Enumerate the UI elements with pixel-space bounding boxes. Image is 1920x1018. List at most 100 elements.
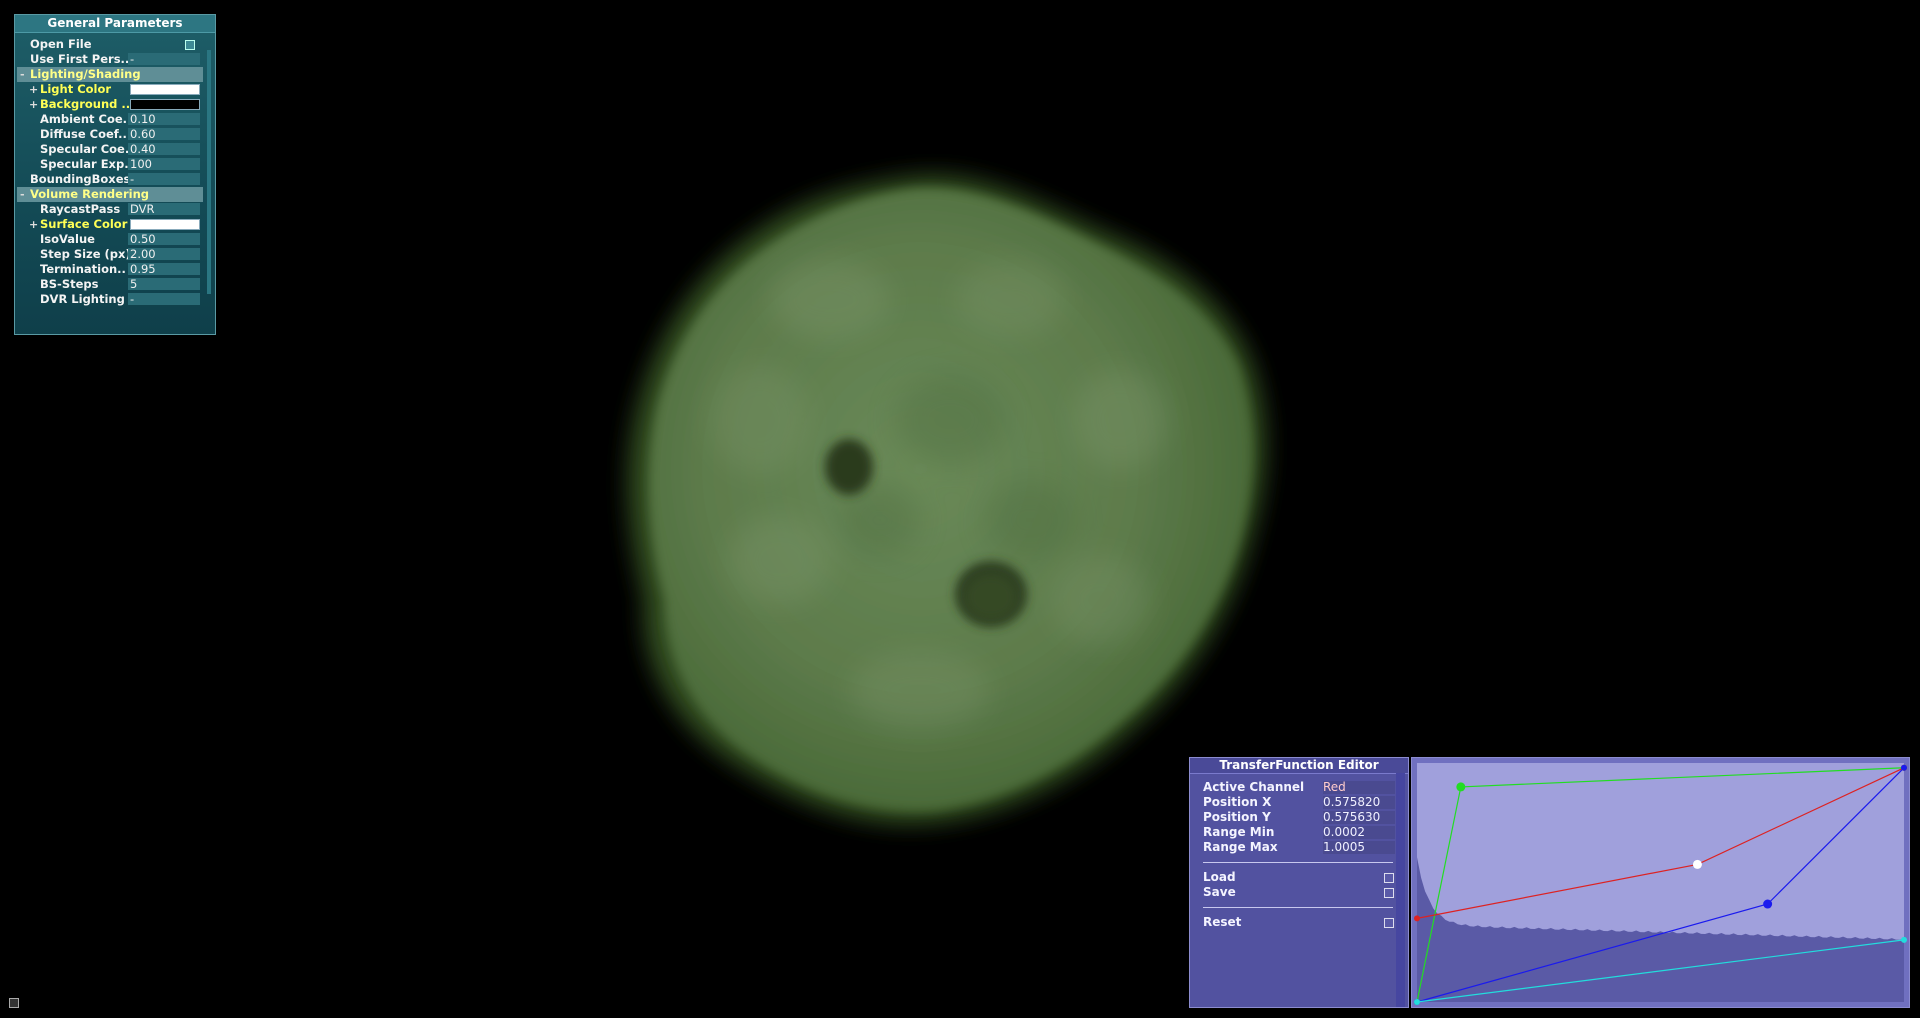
- panel-scrollbar[interactable]: [207, 50, 211, 294]
- blue-control-point[interactable]: [1763, 899, 1773, 909]
- expand-icon[interactable]: +: [29, 97, 39, 112]
- range-max-label: Range Max: [1203, 840, 1278, 854]
- diffuse-coefficient-row[interactable]: Diffuse Coef.. 0.60: [17, 127, 203, 142]
- transfer-function-editor-panel: TransferFunction Editor Active Channel R…: [1189, 757, 1409, 1008]
- dvr-lighting-value[interactable]: -: [128, 293, 200, 305]
- position-y-row[interactable]: Position Y 0.575630: [1203, 810, 1395, 825]
- specular-coefficient-value[interactable]: 0.40: [128, 143, 200, 155]
- panel-scrollbar[interactable]: [1396, 773, 1405, 1007]
- position-y-label: Position Y: [1203, 810, 1271, 824]
- general-parameters-panel: General Parameters Open File Use First P…: [14, 14, 216, 335]
- save-button[interactable]: Save: [1203, 885, 1394, 900]
- light-color-label: Light Color: [40, 82, 112, 96]
- light-color-swatch[interactable]: [130, 84, 200, 95]
- position-y-value[interactable]: 0.575630: [1323, 811, 1395, 824]
- iso-value-value[interactable]: 0.50: [128, 233, 200, 245]
- save-label: Save: [1203, 885, 1236, 899]
- range-min-value[interactable]: 0.0002: [1323, 826, 1395, 839]
- diffuse-coefficient-label: Diffuse Coef..: [40, 127, 127, 141]
- load-button[interactable]: Load: [1203, 870, 1394, 885]
- group-label: Volume Rendering: [30, 187, 149, 201]
- specular-exponent-value[interactable]: 100: [128, 158, 200, 170]
- group-lighting-shading[interactable]: - Lighting/Shading: [17, 67, 203, 82]
- specular-coefficient-label: Specular Coe..: [40, 142, 134, 156]
- position-x-label: Position X: [1203, 795, 1272, 809]
- group-volume-rendering[interactable]: - Volume Rendering: [17, 187, 203, 202]
- range-min-row[interactable]: Range Min 0.0002: [1203, 825, 1395, 840]
- reset-label: Reset: [1203, 915, 1242, 929]
- dvr-lighting-row[interactable]: DVR Lighting -: [17, 292, 203, 307]
- load-label: Load: [1203, 870, 1236, 884]
- panel-title[interactable]: General Parameters: [15, 15, 215, 33]
- red-control-point[interactable]: [1692, 859, 1702, 869]
- use-first-person-value[interactable]: -: [128, 53, 200, 65]
- range-max-row[interactable]: Range Max 1.0005: [1203, 840, 1395, 855]
- termination-row[interactable]: Termination.. 0.95: [17, 262, 203, 277]
- position-x-value[interactable]: 0.575820: [1323, 796, 1395, 809]
- raycast-pass-value[interactable]: DVR: [128, 203, 200, 215]
- parameter-list: Open File Use First Pers.. - - Lighting/…: [17, 37, 203, 307]
- collapse-icon[interactable]: -: [20, 187, 30, 202]
- open-file-button[interactable]: [185, 40, 195, 50]
- reset-trigger-icon[interactable]: [1384, 918, 1394, 928]
- raycast-pass-label: RaycastPass: [40, 202, 121, 216]
- specular-exponent-label: Specular Exp..: [40, 157, 133, 171]
- volume-hole: [825, 439, 873, 495]
- transfer-function-canvas[interactable]: [1411, 757, 1910, 1008]
- tf-properties: Active Channel Red Position X 0.575820 P…: [1203, 780, 1395, 930]
- termination-label: Termination..: [40, 262, 126, 276]
- transfer-function-graph[interactable]: [1412, 758, 1909, 1007]
- cyan-control-point[interactable]: [1414, 999, 1420, 1005]
- bs-steps-row[interactable]: BS-Steps 5: [17, 277, 203, 292]
- load-trigger-icon[interactable]: [1384, 873, 1394, 883]
- raycast-pass-row[interactable]: RaycastPass DVR: [17, 202, 203, 217]
- surface-color-swatch[interactable]: [130, 219, 200, 230]
- background-color-label: Background ..: [40, 97, 131, 111]
- panel-title[interactable]: TransferFunction Editor: [1190, 758, 1408, 774]
- specular-exponent-row[interactable]: Specular Exp.. 100: [17, 157, 203, 172]
- step-size-row[interactable]: Step Size (px) 2.00: [17, 247, 203, 262]
- green-control-point[interactable]: [1456, 782, 1466, 792]
- surface-color-label: Surface Color: [40, 217, 128, 231]
- iso-value-row[interactable]: IsoValue 0.50: [17, 232, 203, 247]
- red-control-point[interactable]: [1414, 915, 1420, 922]
- divider: [1203, 862, 1393, 863]
- position-x-row[interactable]: Position X 0.575820: [1203, 795, 1395, 810]
- expand-icon[interactable]: +: [29, 217, 39, 232]
- open-file-row[interactable]: Open File: [17, 37, 203, 52]
- ambient-coefficient-row[interactable]: Ambient Coe.. 0.10: [17, 112, 203, 127]
- ambient-coefficient-value[interactable]: 0.10: [128, 113, 200, 125]
- status-icon[interactable]: [9, 998, 19, 1008]
- range-min-label: Range Min: [1203, 825, 1275, 839]
- group-label: Lighting/Shading: [30, 67, 141, 81]
- cyan-control-point[interactable]: [1901, 936, 1907, 943]
- use-first-person-row[interactable]: Use First Pers.. -: [17, 52, 203, 67]
- use-first-person-label: Use First Pers..: [30, 52, 130, 66]
- termination-value[interactable]: 0.95: [128, 263, 200, 275]
- expand-icon[interactable]: +: [29, 82, 39, 97]
- range-max-value[interactable]: 1.0005: [1323, 841, 1395, 854]
- bounding-boxes-value[interactable]: -: [128, 173, 200, 185]
- light-color-row[interactable]: + Light Color: [17, 82, 203, 97]
- specular-coefficient-row[interactable]: Specular Coe.. 0.40: [17, 142, 203, 157]
- background-color-row[interactable]: + Background ..: [17, 97, 203, 112]
- divider: [1203, 907, 1393, 908]
- blue-control-point[interactable]: [1901, 764, 1907, 771]
- surface-color-row[interactable]: + Surface Color: [17, 217, 203, 232]
- bs-steps-value[interactable]: 5: [128, 278, 200, 290]
- diffuse-coefficient-value[interactable]: 0.60: [128, 128, 200, 140]
- ambient-coefficient-label: Ambient Coe..: [40, 112, 132, 126]
- active-channel-row[interactable]: Active Channel Red: [1203, 780, 1395, 795]
- step-size-value[interactable]: 2.00: [128, 248, 200, 260]
- collapse-icon[interactable]: -: [20, 67, 30, 82]
- active-channel-value[interactable]: Red: [1323, 781, 1395, 794]
- iso-value-label: IsoValue: [40, 232, 95, 246]
- background-color-swatch[interactable]: [130, 99, 200, 110]
- bounding-boxes-label: BoundingBoxes: [30, 172, 131, 186]
- dvr-lighting-label: DVR Lighting: [40, 292, 125, 306]
- save-trigger-icon[interactable]: [1384, 888, 1394, 898]
- open-file-label: Open File: [30, 37, 92, 51]
- bs-steps-label: BS-Steps: [40, 277, 99, 291]
- reset-button[interactable]: Reset: [1203, 915, 1394, 930]
- bounding-boxes-row[interactable]: BoundingBoxes -: [17, 172, 203, 187]
